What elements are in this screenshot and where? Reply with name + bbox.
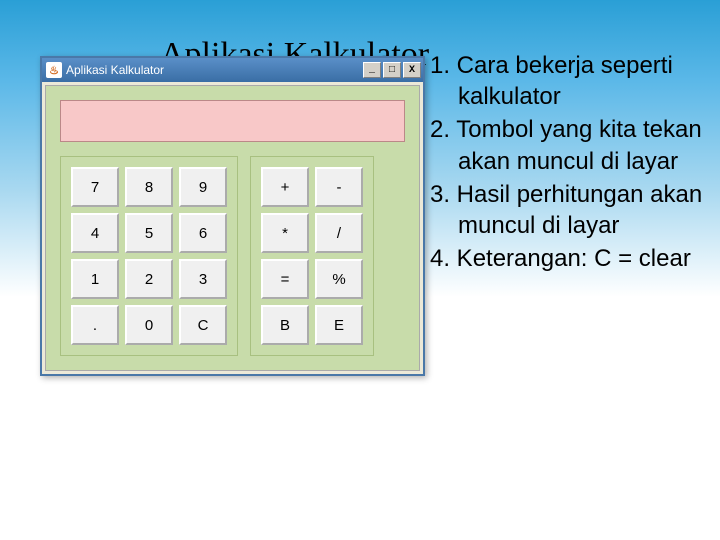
note-item: 1. Cara bekerja seperti kalkulator [430, 50, 710, 112]
key-minus[interactable]: - [315, 167, 363, 207]
key-7[interactable]: 7 [71, 167, 119, 207]
minimize-button[interactable]: _ [363, 62, 381, 78]
operator-keypad: + - * / = % B E [250, 156, 374, 356]
key-clear[interactable]: C [179, 305, 227, 345]
key-2[interactable]: 2 [125, 259, 173, 299]
calculator-display [60, 100, 405, 142]
key-8[interactable]: 8 [125, 167, 173, 207]
note-item: 3. Hasil perhitungan akan muncul di laya… [430, 179, 710, 241]
notes-list: 1. Cara bekerja seperti kalkulator 2. To… [430, 50, 710, 276]
key-1[interactable]: 1 [71, 259, 119, 299]
key-plus[interactable]: + [261, 167, 309, 207]
key-divide[interactable]: / [315, 213, 363, 253]
key-b[interactable]: B [261, 305, 309, 345]
close-button[interactable]: X [403, 62, 421, 78]
window-title: Aplikasi Kalkulator [66, 63, 164, 77]
key-equals[interactable]: = [261, 259, 309, 299]
java-icon: ♨ [46, 62, 62, 78]
note-item: 4. Keterangan: C = clear [430, 243, 710, 274]
key-3[interactable]: 3 [179, 259, 227, 299]
key-dot[interactable]: . [71, 305, 119, 345]
key-0[interactable]: 0 [125, 305, 173, 345]
key-percent[interactable]: % [315, 259, 363, 299]
key-4[interactable]: 4 [71, 213, 119, 253]
titlebar: ♨ Aplikasi Kalkulator _ □ X [42, 58, 423, 82]
calculator-body: 7 8 9 4 5 6 1 2 3 . 0 C + - * / = % B [45, 85, 420, 371]
key-multiply[interactable]: * [261, 213, 309, 253]
calculator-window: ♨ Aplikasi Kalkulator _ □ X 7 8 9 4 5 6 … [40, 56, 425, 376]
key-5[interactable]: 5 [125, 213, 173, 253]
key-9[interactable]: 9 [179, 167, 227, 207]
key-6[interactable]: 6 [179, 213, 227, 253]
note-item: 2. Tombol yang kita tekan akan muncul di… [430, 114, 710, 176]
maximize-button[interactable]: □ [383, 62, 401, 78]
numeric-keypad: 7 8 9 4 5 6 1 2 3 . 0 C [60, 156, 238, 356]
key-e[interactable]: E [315, 305, 363, 345]
